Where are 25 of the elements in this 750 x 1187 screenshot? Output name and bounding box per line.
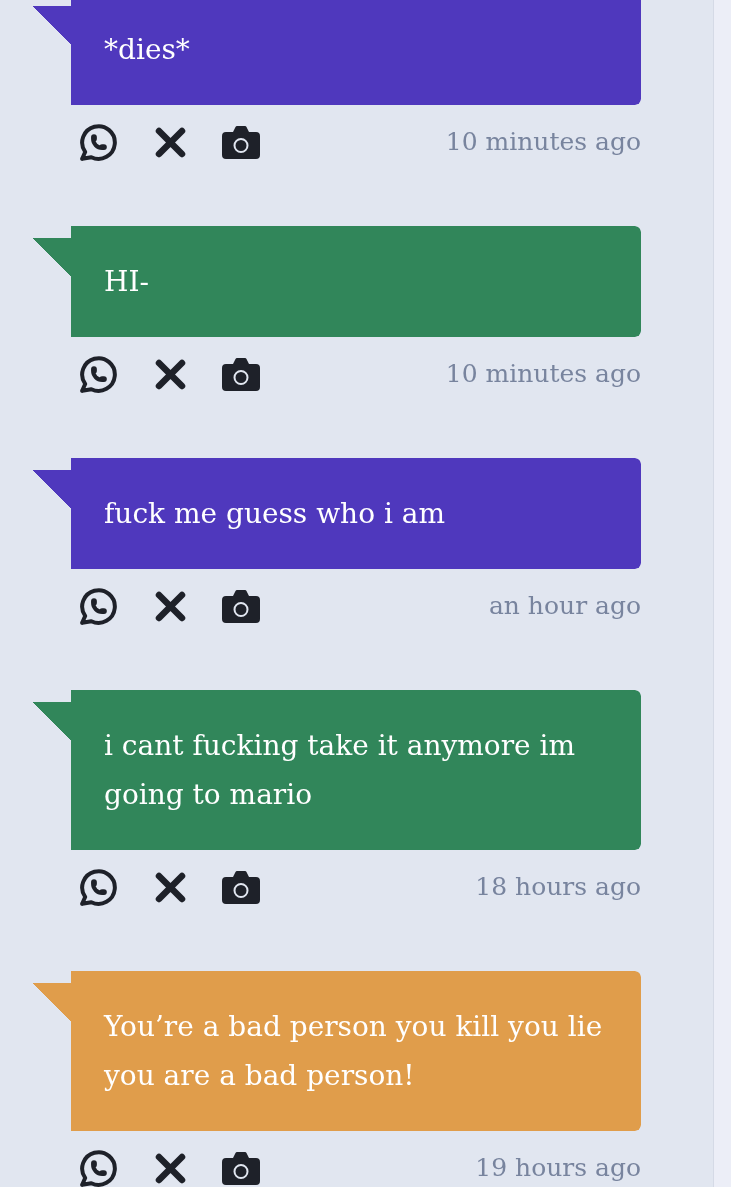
- camera-icon[interactable]: [222, 357, 260, 391]
- phone-chat-icon[interactable]: [80, 868, 117, 906]
- cross-icon[interactable]: [155, 358, 186, 390]
- camera-icon[interactable]: [222, 589, 260, 623]
- phone-chat-icon[interactable]: [80, 123, 117, 161]
- message-text: HI-: [104, 264, 150, 300]
- cross-icon[interactable]: [155, 871, 186, 903]
- message-time: 18 hours ago: [475, 871, 641, 903]
- message-time: an hour ago: [488, 590, 641, 622]
- phone-chat-icon[interactable]: [80, 355, 117, 393]
- message-text: *dies*: [104, 32, 191, 68]
- message-time: 10 minutes ago: [445, 358, 641, 390]
- message-time: 10 minutes ago: [445, 126, 641, 158]
- phone-chat-icon[interactable]: [80, 1149, 117, 1187]
- cross-icon[interactable]: [155, 1152, 186, 1184]
- camera-icon[interactable]: [222, 870, 260, 904]
- cross-icon[interactable]: [155, 126, 186, 158]
- message-text: fuck me guess who i am: [104, 496, 446, 532]
- message-text: i cant fucking take it anymore im going to mario: [104, 728, 577, 813]
- message-time: 19 hours ago: [475, 1152, 641, 1184]
- phone-chat-icon[interactable]: [80, 587, 117, 625]
- cross-icon[interactable]: [155, 590, 186, 622]
- message-text: You’re a bad person you kill you lie you are a bad person!: [104, 1009, 604, 1094]
- camera-icon[interactable]: [222, 125, 260, 159]
- camera-icon[interactable]: [222, 1151, 260, 1185]
